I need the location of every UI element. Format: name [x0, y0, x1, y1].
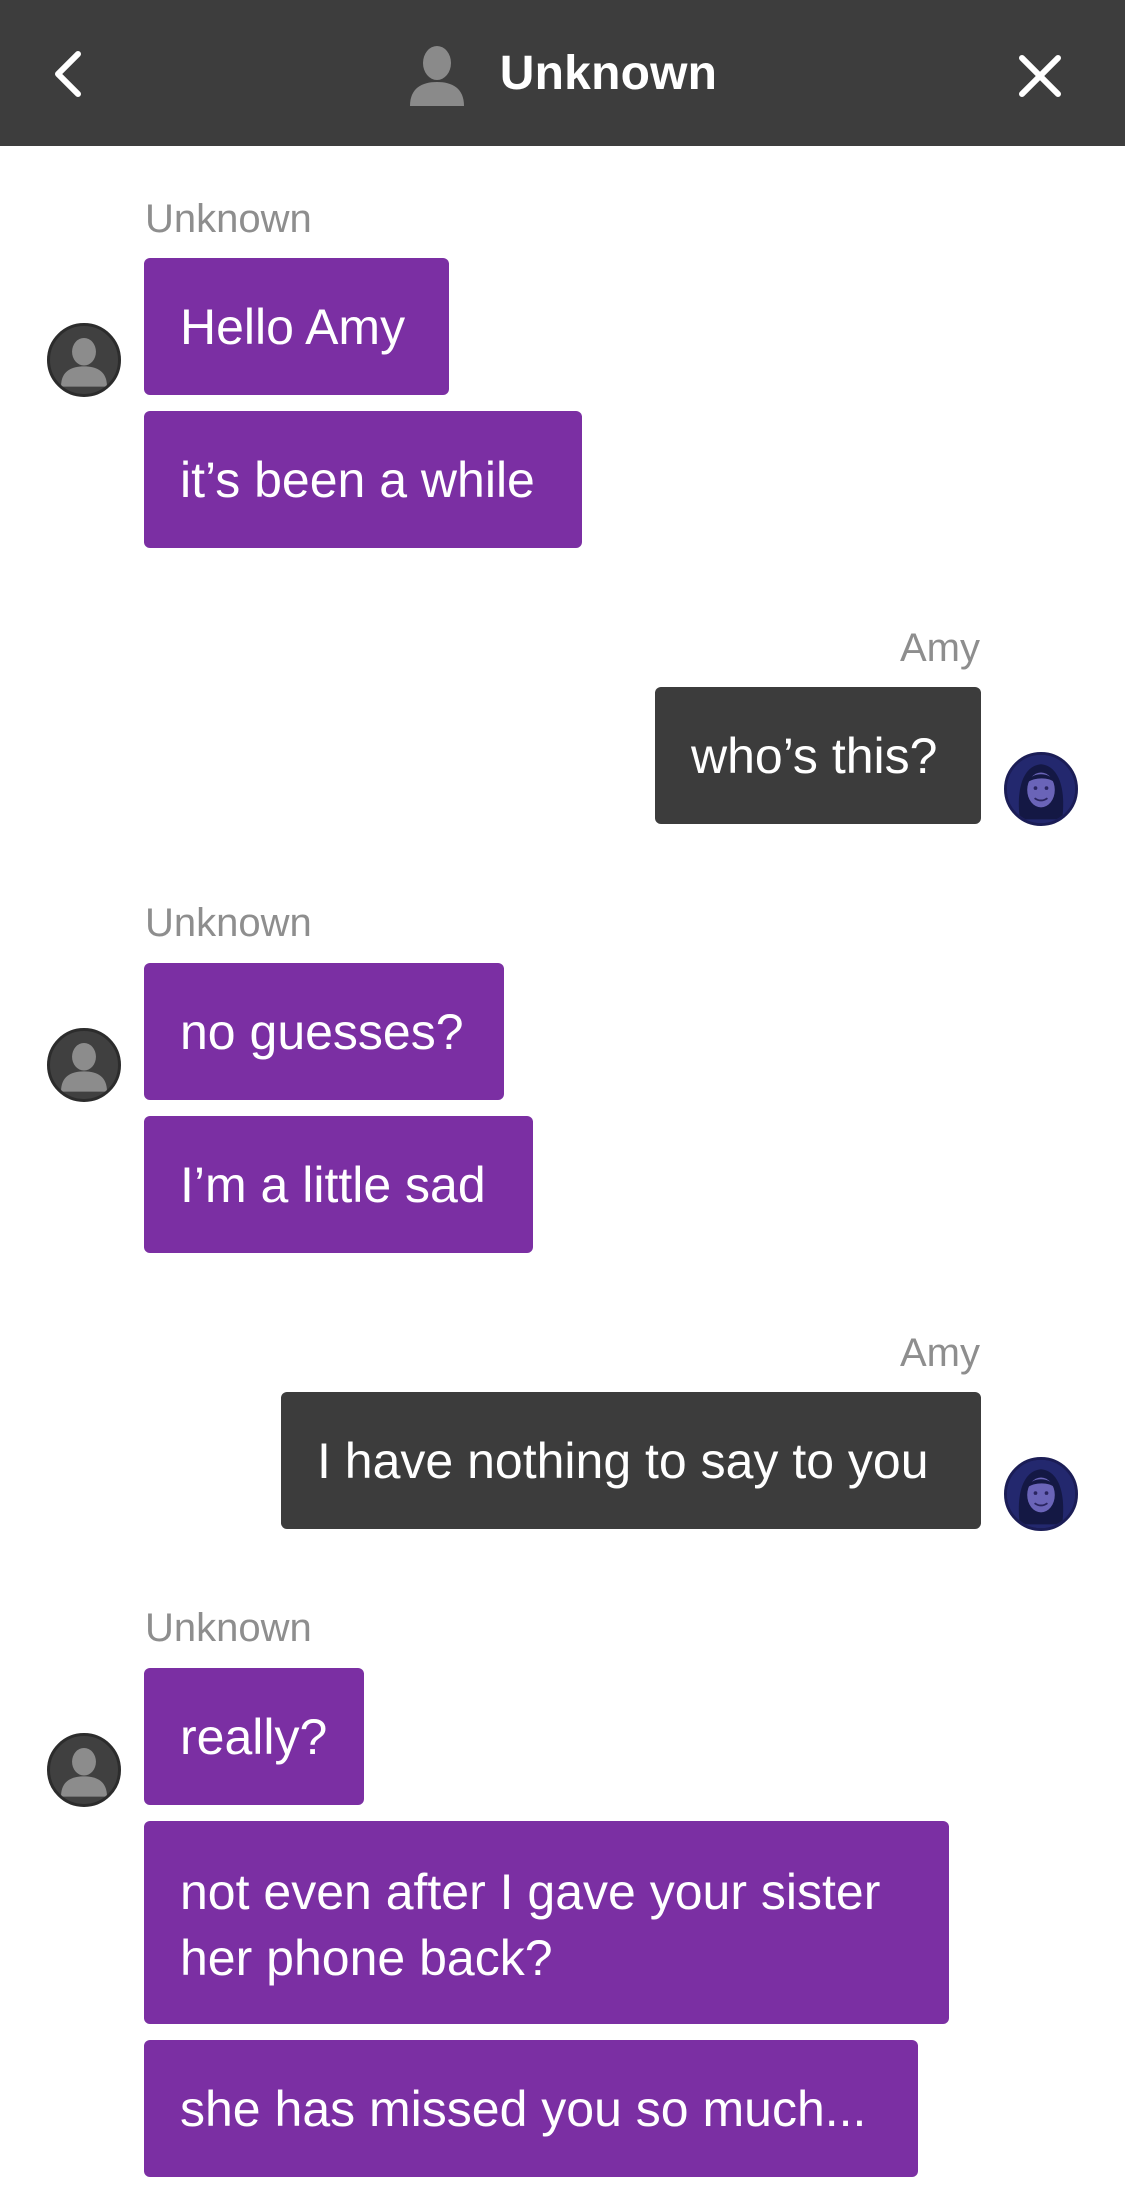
close-button[interactable] [1016, 52, 1064, 100]
incoming-message-bubble[interactable]: not even after I gave your sister her ph… [144, 1821, 949, 2024]
woman-portrait-icon [1007, 1460, 1075, 1528]
person-silhouette-icon [61, 1747, 107, 1797]
outgoing-message-bubble[interactable]: who’s this? [655, 687, 981, 824]
sender-label: Unknown [145, 1606, 312, 1650]
person-silhouette-icon [61, 1042, 107, 1092]
unknown-avatar[interactable] [47, 1028, 121, 1102]
woman-portrait-icon [1007, 755, 1075, 823]
amy-avatar[interactable] [1004, 752, 1078, 826]
person-silhouette-icon [61, 337, 107, 387]
sender-label: Unknown [145, 197, 312, 241]
incoming-message-bubble[interactable]: I’m a little sad [144, 1116, 533, 1253]
unknown-avatar[interactable] [47, 1733, 121, 1807]
sender-label: Amy [900, 1331, 980, 1375]
outgoing-message-bubble[interactable]: I have nothing to say to you [281, 1392, 981, 1529]
chat-header: Unknown [0, 0, 1125, 146]
incoming-message-bubble[interactable]: really? [144, 1668, 364, 1805]
incoming-message-bubble[interactable]: it’s been a while [144, 411, 582, 548]
close-icon [1019, 55, 1061, 97]
sender-label: Unknown [145, 901, 312, 945]
incoming-message-bubble[interactable]: Hello Amy [144, 258, 449, 395]
incoming-message-bubble[interactable]: no guesses? [144, 963, 504, 1100]
incoming-message-bubble[interactable]: she has missed you so much... [144, 2040, 918, 2177]
sender-label: Amy [900, 626, 980, 670]
person-silhouette-icon [409, 46, 464, 106]
chat-title-group: Unknown [0, 0, 1125, 146]
chat-title: Unknown [499, 46, 718, 100]
unknown-avatar[interactable] [47, 323, 121, 397]
amy-avatar[interactable] [1004, 1457, 1078, 1531]
